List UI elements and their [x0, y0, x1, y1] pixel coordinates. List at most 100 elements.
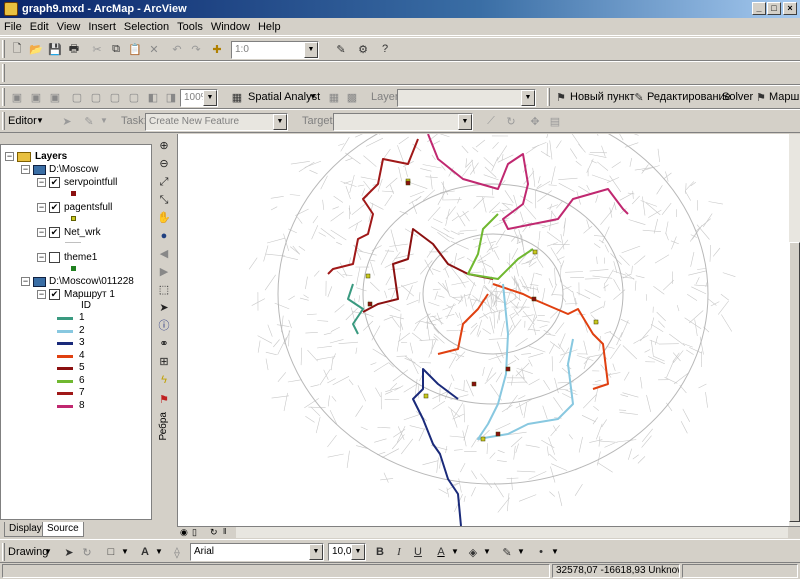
- chevron-down-icon[interactable]: ▼: [483, 543, 491, 561]
- close-button[interactable]: ×: [783, 2, 797, 15]
- zoom-out-icon[interactable]: ⊖: [156, 156, 172, 172]
- chevron-down-icon[interactable]: ▼: [551, 543, 559, 561]
- toc-layer-servpointfull[interactable]: − ✔ servpointfull: [37, 176, 117, 189]
- editing-button[interactable]: Редактирование: [647, 88, 731, 106]
- flag-icon[interactable]: ⚑: [156, 392, 172, 408]
- point-feature[interactable]: [495, 431, 501, 437]
- chevron-down-icon[interactable]: ▼: [517, 543, 525, 561]
- layer-checkbox[interactable]: ✔: [49, 177, 60, 188]
- layer-checkbox[interactable]: ✔: [49, 227, 60, 238]
- rotate-tool-icon[interactable]: ↻: [502, 112, 520, 130]
- pan-hand-icon[interactable]: ✋: [156, 210, 172, 226]
- collapse-toggle[interactable]: −: [37, 290, 46, 299]
- chevron-down-icon[interactable]: ▼: [100, 112, 108, 130]
- layer-checkbox[interactable]: [49, 252, 60, 263]
- attributes-icon[interactable]: ▤: [546, 112, 564, 130]
- paste-icon[interactable]: 📋: [126, 40, 144, 58]
- scroll-thumb[interactable]: [789, 242, 800, 522]
- undo-icon[interactable]: ↶: [168, 40, 186, 58]
- toolbar-grip[interactable]: [2, 64, 5, 82]
- fill-color-icon[interactable]: ◈: [464, 543, 482, 561]
- route-button[interactable]: Маршрут: [769, 88, 800, 106]
- zoom-whole-page-icon[interactable]: ▢: [68, 88, 86, 106]
- collapse-toggle[interactable]: −: [37, 203, 46, 212]
- point-feature[interactable]: [531, 296, 537, 302]
- menu-selection[interactable]: Selection: [124, 21, 169, 33]
- sketch-tool-icon[interactable]: ✎: [80, 112, 98, 130]
- raster-calculator-icon[interactable]: ▦: [325, 88, 343, 106]
- toc-frame-1[interactable]: − D:\Moscow: [21, 163, 98, 176]
- chevron-down-icon[interactable]: ▼: [155, 543, 163, 561]
- point-feature[interactable]: [532, 249, 538, 255]
- editor-menu[interactable]: Editor: [8, 112, 37, 130]
- route-line[interactable]: [492, 283, 609, 390]
- tab-display[interactable]: Display: [4, 522, 47, 537]
- chevron-down-icon[interactable]: ▼: [458, 114, 472, 130]
- zoom-in-fixed-icon[interactable]: ▣: [8, 88, 26, 106]
- point-feature[interactable]: [405, 180, 411, 186]
- line-color-icon[interactable]: ✎: [498, 543, 516, 561]
- pause-icon[interactable]: ‖: [223, 527, 226, 536]
- editor-toolbar-icon[interactable]: ✎: [332, 40, 350, 58]
- collapse-toggle[interactable]: −: [21, 277, 30, 286]
- delete-icon[interactable]: ✕: [145, 40, 163, 58]
- bold-icon[interactable]: B: [371, 543, 389, 561]
- menu-window[interactable]: Window: [211, 21, 250, 33]
- arctoolbox-icon[interactable]: ⚙: [354, 40, 372, 58]
- collapse-toggle[interactable]: −: [37, 178, 46, 187]
- text-tool-icon[interactable]: A: [136, 543, 154, 561]
- point-feature[interactable]: [593, 319, 599, 325]
- redo-icon[interactable]: ↷: [187, 40, 205, 58]
- fixed-zoom-out-icon[interactable]: ⤡: [156, 192, 172, 208]
- fixed-zoom-in-icon[interactable]: ▢: [106, 88, 124, 106]
- toc-frame-2[interactable]: − D:\Moscow\011228: [21, 275, 134, 288]
- chevron-down-icon[interactable]: ▼: [309, 88, 317, 106]
- menu-help[interactable]: Help: [258, 21, 281, 33]
- copy-icon[interactable]: ⧉: [107, 40, 125, 58]
- new-point-button[interactable]: Новый пункт: [570, 88, 635, 106]
- collapse-toggle[interactable]: −: [21, 165, 30, 174]
- tab-source[interactable]: Source: [42, 522, 84, 537]
- full-extent-globe-icon[interactable]: ●: [156, 228, 172, 244]
- chevron-down-icon[interactable]: ▼: [521, 90, 535, 106]
- zoom-in-icon[interactable]: ⊕: [156, 138, 172, 154]
- layout-view-icon[interactable]: ▯: [192, 527, 197, 538]
- map-display[interactable]: [177, 134, 788, 526]
- italic-icon[interactable]: I: [390, 543, 408, 561]
- maximize-button[interactable]: □: [767, 2, 781, 15]
- add-data-icon[interactable]: ✚: [208, 40, 226, 58]
- layer-checkbox[interactable]: ✔: [49, 202, 60, 213]
- select-features-icon[interactable]: ⬚: [156, 282, 172, 298]
- font-size-combo[interactable]: 10,00 ▼: [328, 543, 366, 561]
- print-icon[interactable]: 🖶: [65, 40, 83, 58]
- route-line[interactable]: [412, 368, 462, 526]
- back-arrow-icon[interactable]: ◀: [156, 246, 172, 262]
- histogram-icon[interactable]: ▩: [343, 88, 361, 106]
- map-vertical-scrollbar[interactable]: [788, 134, 800, 526]
- menu-file[interactable]: File: [4, 21, 22, 33]
- identify-icon[interactable]: ⓘ: [156, 318, 172, 334]
- rotate-icon[interactable]: ↻: [78, 543, 96, 561]
- collapse-toggle[interactable]: −: [37, 228, 46, 237]
- collapse-toggle[interactable]: −: [37, 253, 46, 262]
- point-feature[interactable]: [367, 301, 373, 307]
- chevron-down-icon[interactable]: ▼: [36, 112, 44, 130]
- fixed-zoom-in-icon[interactable]: ⤢: [156, 174, 172, 190]
- refresh-icon[interactable]: ↻: [210, 527, 218, 538]
- toolbar-grip[interactable]: [2, 112, 5, 130]
- select-elements-icon[interactable]: ➤: [60, 543, 78, 561]
- map-horizontal-scrollbar[interactable]: [236, 527, 788, 538]
- map-scale-combo[interactable]: 1:0 ▼: [231, 41, 319, 59]
- edit-tool-icon[interactable]: ➤: [58, 112, 76, 130]
- select-elements-icon[interactable]: ➤: [156, 300, 172, 316]
- zoom-percent-combo[interactable]: 100% ▼: [180, 89, 218, 107]
- task-combo[interactable]: Create New Feature ▼: [145, 113, 288, 131]
- point-feature[interactable]: [365, 273, 371, 279]
- font-color-icon[interactable]: A: [432, 543, 450, 561]
- toc-root[interactable]: − Layers: [5, 150, 67, 163]
- layer-checkbox[interactable]: ✔: [49, 289, 60, 300]
- chevron-down-icon[interactable]: ▼: [451, 543, 459, 561]
- forward-arrow-icon[interactable]: ▶: [156, 264, 172, 280]
- toolbar-grip[interactable]: [2, 40, 5, 58]
- measure-icon[interactable]: ⊞: [156, 354, 172, 370]
